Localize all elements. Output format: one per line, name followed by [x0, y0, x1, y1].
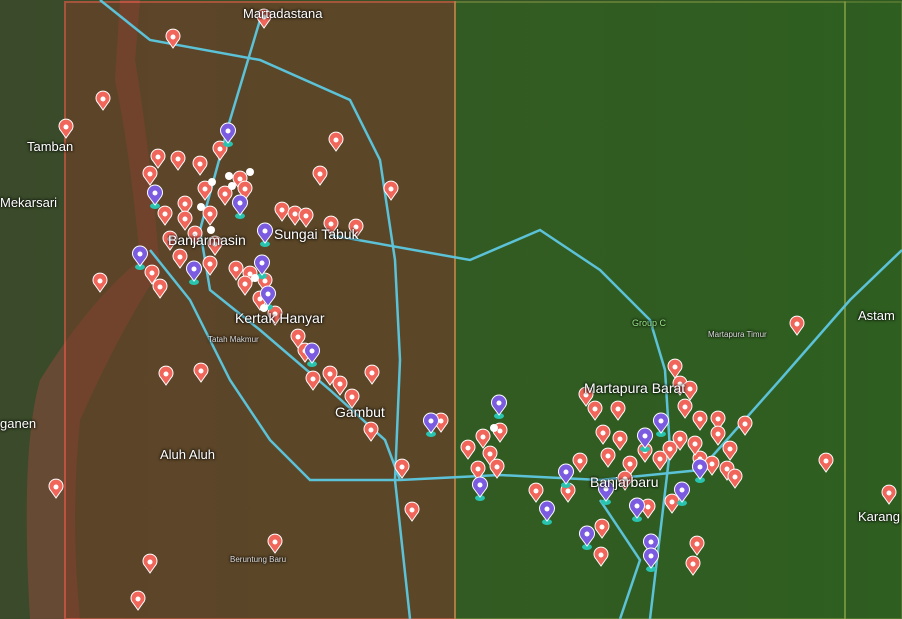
place-label: Tatah Makmur: [208, 335, 259, 344]
place-label: Sungai Tabuk: [274, 226, 359, 242]
region-mid: [454, 1, 846, 619]
place-label: Banjarmasin: [168, 232, 246, 248]
place-label: Martapura Barat: [584, 380, 686, 396]
map-canvas: [0, 0, 902, 619]
place-label: Mekarsari: [0, 195, 58, 210]
place-label: Astam: [858, 308, 895, 323]
place-label: Martapura Timur: [708, 330, 767, 339]
place-label: Karang: [858, 509, 900, 524]
chat-bubble-icon[interactable]: [197, 203, 205, 211]
place-label: ganen: [0, 416, 37, 431]
place-label: Martadastana: [243, 6, 323, 21]
chat-bubble-icon[interactable]: [251, 274, 259, 282]
place-label: Aluh Aluh: [160, 447, 215, 462]
chat-bubble-icon[interactable]: [225, 172, 233, 180]
chat-bubble-icon[interactable]: [490, 424, 498, 432]
place-label: Beruntung Baru: [230, 555, 287, 564]
chat-bubble-icon[interactable]: [208, 178, 216, 186]
chat-bubble-icon[interactable]: [246, 168, 254, 176]
map-view[interactable]: Martadastana Tamban Mekarsari Banjarmasi…: [0, 0, 902, 619]
place-label: Tamban: [27, 139, 74, 154]
group-label: Group C: [632, 318, 667, 328]
place-label: Gambut: [335, 404, 385, 420]
place-label: Kertak Hanyar: [235, 310, 325, 326]
place-label: Banjarbaru: [590, 474, 659, 490]
chat-bubble-icon[interactable]: [228, 182, 236, 190]
